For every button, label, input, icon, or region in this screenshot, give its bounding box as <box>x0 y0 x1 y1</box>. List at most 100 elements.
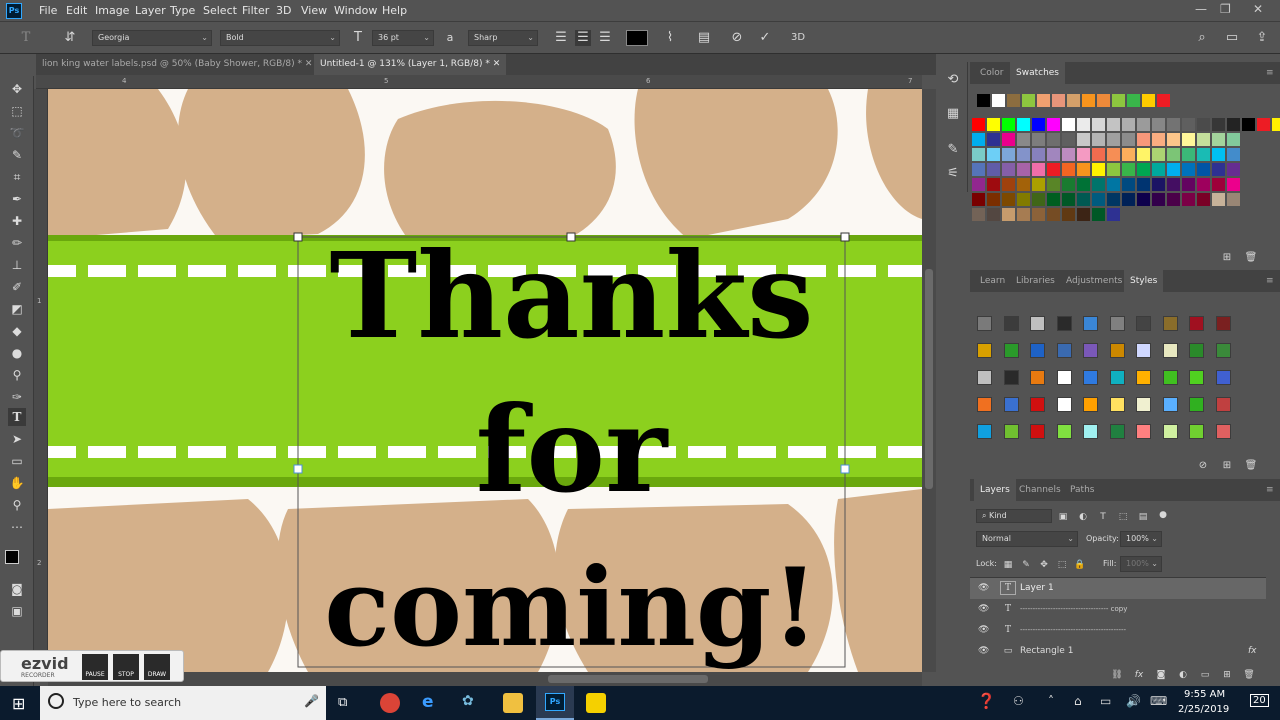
swatch[interactable] <box>1017 208 1030 221</box>
swatch[interactable] <box>1002 118 1015 131</box>
swatch[interactable] <box>1152 148 1165 161</box>
swatch[interactable] <box>1212 118 1225 131</box>
more-tools-icon[interactable]: ⋯ <box>8 518 26 536</box>
app-icon[interactable]: ✿ <box>462 693 474 709</box>
swatch[interactable] <box>1077 208 1090 221</box>
swatch[interactable] <box>1002 193 1015 206</box>
swatch[interactable] <box>1122 118 1135 131</box>
style-preset[interactable] <box>1189 343 1204 358</box>
style-preset[interactable] <box>1136 370 1151 385</box>
swatch[interactable] <box>1017 133 1030 146</box>
help-icon[interactable]: ❓ <box>977 692 996 710</box>
menu-layer[interactable]: Layer <box>135 4 166 17</box>
style-preset[interactable] <box>977 343 992 358</box>
swatch[interactable] <box>1002 208 1015 221</box>
swatch[interactable] <box>1257 118 1270 131</box>
style-preset[interactable] <box>1109 370 1125 385</box>
style-preset[interactable] <box>1215 316 1231 331</box>
eyedropper-tool-icon[interactable]: ✒ <box>8 190 26 208</box>
history-icon[interactable]: ⟲ <box>945 72 961 88</box>
swatch[interactable] <box>972 178 985 191</box>
lock-all-icon[interactable]: 🔒 <box>1074 557 1086 573</box>
swatch[interactable] <box>972 118 985 131</box>
swatch[interactable] <box>1137 178 1150 191</box>
swatch[interactable] <box>1152 193 1165 206</box>
swatch[interactable] <box>1007 94 1020 107</box>
new-group-icon[interactable]: ▭ <box>1198 667 1212 683</box>
canvas-text-coming[interactable]: coming! <box>298 549 845 667</box>
align-left-icon[interactable]: ☰ <box>553 30 569 46</box>
swatch[interactable] <box>1077 133 1090 146</box>
style-preset[interactable] <box>1030 370 1045 385</box>
layer-row-copy[interactable]: 👁 T ----------------------------------- … <box>970 599 1266 620</box>
swatch[interactable] <box>1002 163 1015 176</box>
swatch[interactable] <box>1212 178 1225 191</box>
swatch[interactable] <box>1227 148 1240 161</box>
style-preset[interactable] <box>1215 343 1231 358</box>
swatch[interactable] <box>1062 148 1075 161</box>
vertical-scrollbar[interactable] <box>922 89 936 672</box>
new-style-icon[interactable]: ⊞ <box>1220 458 1234 474</box>
quick-mask-icon[interactable]: ◙ <box>8 580 26 598</box>
swatch[interactable] <box>1142 94 1155 107</box>
swatch[interactable] <box>1137 193 1150 206</box>
layer-row-layer-1[interactable]: 👁 T Layer 1 <box>970 578 1266 599</box>
swatch[interactable] <box>1197 133 1210 146</box>
swatch[interactable] <box>1032 208 1045 221</box>
tab-layers[interactable]: Layers <box>974 479 1016 501</box>
tab-lion-king[interactable]: lion king water labels.psd @ 50% (Baby S… <box>36 54 318 75</box>
swatch[interactable] <box>1022 94 1035 107</box>
add-style-icon[interactable]: fx <box>1132 667 1146 683</box>
swatch[interactable] <box>1167 133 1180 146</box>
swatch[interactable] <box>1037 94 1050 107</box>
style-preset[interactable] <box>1109 343 1125 358</box>
zoom-tool-icon[interactable]: ⚲ <box>8 496 26 514</box>
swatch[interactable] <box>1112 94 1125 107</box>
style-preset[interactable] <box>1215 397 1231 412</box>
tab-untitled-1[interactable]: Untitled-1 @ 131% (Layer 1, RGB/8) * ✕ <box>314 54 507 75</box>
swatch[interactable] <box>1017 163 1030 176</box>
swatch[interactable] <box>1227 163 1240 176</box>
swatch[interactable] <box>1062 208 1075 221</box>
clone-stamp-icon[interactable]: ⊥ <box>8 256 26 274</box>
style-preset[interactable] <box>1056 424 1072 439</box>
blur-tool-icon[interactable]: ● <box>8 344 26 362</box>
style-preset[interactable] <box>1136 424 1151 439</box>
cancel-edit-icon[interactable]: ⊘ <box>729 30 745 46</box>
swatch[interactable] <box>1182 178 1195 191</box>
history-brush-icon[interactable]: ✐ <box>8 278 26 296</box>
menu-select[interactable]: Select <box>203 4 237 17</box>
menu-view[interactable]: View <box>301 4 327 17</box>
swatch[interactable] <box>1032 178 1045 191</box>
panel-menu-icon[interactable]: ≡ <box>1260 479 1280 501</box>
microphone-icon[interactable]: 🎤 <box>304 694 319 708</box>
swatch[interactable] <box>1017 118 1030 131</box>
share-icon[interactable]: ⇪ <box>1254 30 1270 46</box>
menu-3d[interactable]: 3D <box>276 4 291 17</box>
swatch[interactable] <box>1047 133 1060 146</box>
style-preset[interactable] <box>1003 397 1019 412</box>
swatch[interactable] <box>1242 118 1255 131</box>
tab-swatches[interactable]: Swatches <box>1010 62 1065 84</box>
filter-toggle-icon[interactable]: ● <box>1156 507 1170 523</box>
swatch[interactable] <box>1107 118 1120 131</box>
swatch[interactable] <box>987 208 1000 221</box>
clock-date[interactable]: 2/25/2019 <box>1178 704 1229 715</box>
crop-tool-icon[interactable]: ⌗ <box>8 168 26 186</box>
swatch[interactable] <box>1077 163 1090 176</box>
style-preset[interactable] <box>1056 397 1072 412</box>
swatch[interactable] <box>1107 208 1120 221</box>
swatch[interactable] <box>1197 178 1210 191</box>
close-icon[interactable]: ✕ <box>305 59 313 69</box>
visibility-eye-icon[interactable]: 👁 <box>978 620 989 641</box>
swatch[interactable] <box>1182 163 1195 176</box>
style-preset[interactable] <box>1056 343 1072 358</box>
swatch[interactable] <box>1092 208 1105 221</box>
swatch[interactable] <box>1047 148 1060 161</box>
photoshop-taskbar-button[interactable]: Ps <box>536 686 574 720</box>
close-button[interactable]: ✕ <box>1253 2 1263 16</box>
swatch[interactable] <box>1272 118 1280 131</box>
swatch[interactable] <box>1062 178 1075 191</box>
swatch[interactable] <box>1197 163 1210 176</box>
font-size-dropdown[interactable]: 36 pt ⌄ <box>372 30 434 46</box>
